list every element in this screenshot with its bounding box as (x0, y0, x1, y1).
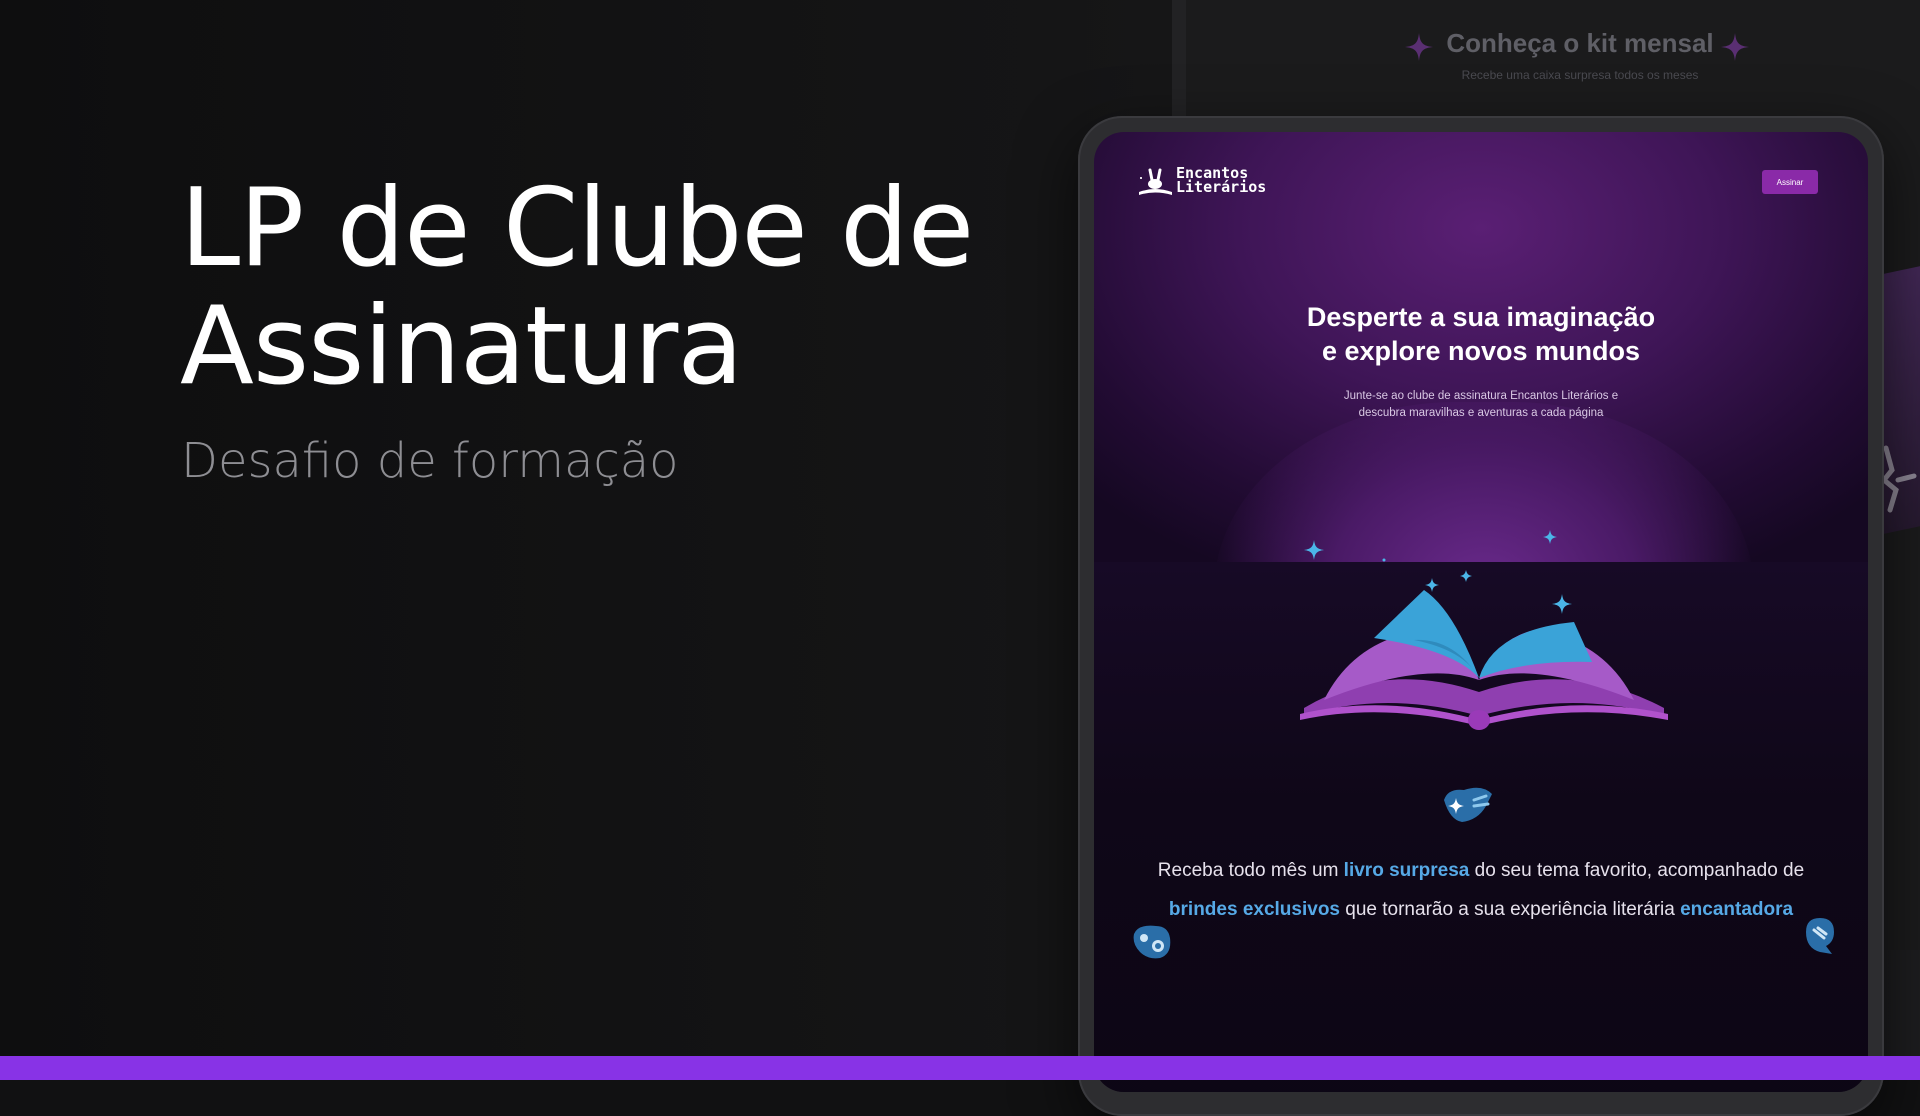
hero-title-line1: LP de Clube de (180, 166, 974, 291)
mockup-subheadline-line2: descubra maravilhas e aventuras a cada p… (1358, 407, 1604, 419)
highlight-encantadora: encantadora (1680, 899, 1794, 920)
hero-subtitle: Desafio de formação (181, 433, 679, 489)
description-text: do seu tema favorito, acompanhado de (1469, 860, 1805, 881)
theater-mask-icon (1133, 925, 1171, 959)
rabbit-logo-icon (1139, 168, 1172, 195)
background-panel-title: Conheça o kit mensal (1446, 28, 1714, 58)
description-text: que tornarão a sua experiência literária (1340, 899, 1681, 920)
brand-logo-line2: Literários (1176, 178, 1267, 196)
description-text: Receba todo mês um (1157, 860, 1344, 881)
brand-logo-text[interactable]: Encantos Literários (1176, 166, 1267, 196)
magic-hand-icon (1806, 918, 1834, 954)
landing-page-mockup: Encantos Literários Assinar Desperte a s… (1094, 132, 1868, 1092)
mockup-subheadline: Junte-se ao clube de assinatura Encantos… (1094, 388, 1868, 422)
highlight-brindes-exclusivos: brindes exclusivos (1168, 899, 1340, 920)
hero-title: LP de Clube de Assinatura (180, 170, 1000, 406)
hand-sparkle-icon (1444, 787, 1492, 822)
accent-bottom-bar (0, 1056, 1920, 1080)
mockup-headline-line2: e explore novos mundos (1321, 336, 1641, 366)
subscribe-button[interactable]: Assinar (1762, 170, 1818, 194)
mockup-description: Receba todo mês um livro surpresa do seu… (1122, 851, 1840, 929)
open-book-illustration (1300, 530, 1668, 730)
mockup-headline-line1: Desperte a sua imaginação (1306, 302, 1656, 332)
highlight-livro-surpresa: livro surpresa (1343, 860, 1470, 881)
background-panel-subtitle: Recebe uma caixa surpresa todos os meses (1461, 68, 1699, 82)
mockup-headline: Desperte a sua imaginação e explore novo… (1094, 300, 1868, 368)
hero-title-line2: Assinatura (180, 284, 743, 409)
mockup-subheadline-line1: Junte-se ao clube de assinatura Encantos… (1343, 390, 1619, 402)
